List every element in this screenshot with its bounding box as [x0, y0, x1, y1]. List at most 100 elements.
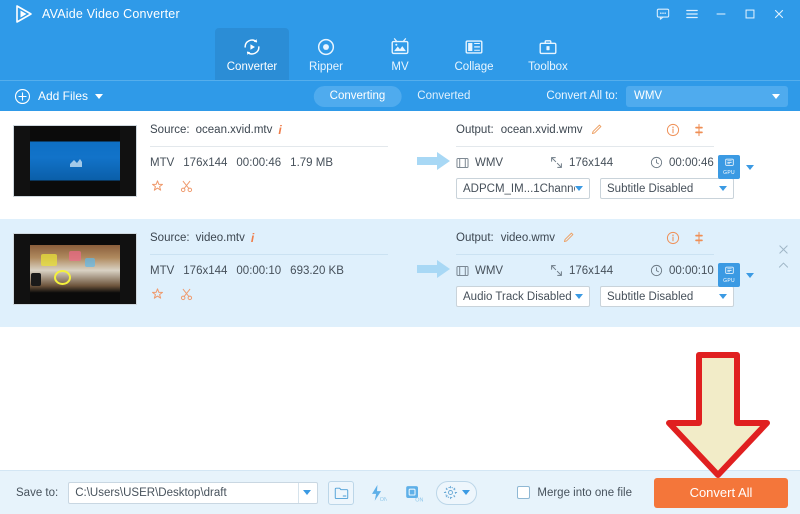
video-thumbnail[interactable] — [13, 125, 137, 197]
output-resolution-group: 176x144 — [550, 264, 644, 277]
app-title: AVAide Video Converter — [42, 7, 180, 21]
audio-track-select[interactable]: ADPCM_IM...1Channel — [456, 178, 590, 199]
ripper-icon — [317, 38, 335, 55]
merge-checkbox[interactable] — [517, 486, 531, 499]
chevron-down-icon[interactable] — [746, 164, 754, 170]
magic-edit-icon — [152, 180, 163, 191]
close-icon[interactable] — [766, 2, 792, 26]
sub-toolbar: Add Files Converting Converted Convert A… — [0, 80, 800, 111]
tab-ripper[interactable]: Ripper — [289, 28, 363, 80]
toolbox-icon — [539, 39, 557, 54]
output-resolution: 176x144 — [569, 156, 614, 169]
source-edit-actions — [150, 179, 402, 194]
tab-converter[interactable]: Converter — [215, 28, 289, 80]
video-thumbnail[interactable] — [13, 233, 137, 305]
thumbnail-cell — [0, 121, 150, 219]
tab-toolbox-label: Toolbox — [528, 60, 568, 73]
magic-edit-icon — [152, 288, 163, 299]
settings-button[interactable] — [436, 480, 478, 505]
plus-circle-icon — [14, 88, 31, 104]
chevron-down-icon[interactable] — [95, 93, 104, 99]
convert-all-to-select[interactable]: WMV — [626, 85, 788, 107]
convert-direction-arrow — [412, 121, 456, 219]
window-controls — [650, 2, 792, 26]
output-title: Output: ocean.xvid.wmv — [456, 121, 792, 138]
rename-pencil-icon[interactable] — [590, 123, 603, 136]
merge-into-one-file[interactable]: Merge into one file — [517, 486, 632, 499]
menu-icon[interactable] — [679, 2, 705, 26]
gpu-accel-toggle[interactable]: ON — [400, 481, 426, 505]
audio-track-select[interactable]: Audio Track Disabled — [456, 286, 590, 307]
main-nav: Converter Ripper MV Collage Toolbox — [0, 28, 800, 80]
hardware-accel-toggle[interactable]: ON — [364, 481, 390, 505]
output-info-icon[interactable] — [666, 123, 680, 137]
tab-mv[interactable]: MV — [363, 28, 437, 80]
collapse-row-icon[interactable] — [777, 260, 790, 271]
output-filename: video.wmv — [500, 231, 556, 244]
output-duration-group: 00:00:46 — [650, 156, 714, 169]
source-prefix: Source: — [150, 123, 190, 136]
chevron-down-icon — [575, 294, 583, 299]
chevron-down-icon[interactable] — [303, 490, 312, 495]
source-duration: 00:00:46 — [236, 157, 282, 169]
output-resolution-group: 176x144 — [550, 156, 644, 169]
source-info-icon[interactable]: i — [251, 232, 254, 244]
convert-all-to-value: WMV — [634, 90, 663, 102]
chevron-down-icon[interactable] — [462, 490, 471, 495]
tab-toolbox[interactable]: Toolbox — [511, 28, 585, 80]
source-format: MTV — [150, 157, 175, 169]
tab-collage[interactable]: Collage — [437, 28, 511, 80]
save-to-label: Save to: — [16, 486, 59, 499]
output-track-selects: ADPCM_IM...1Channel Subtitle Disabled — [456, 178, 792, 199]
gpu-badge[interactable]: GPU — [718, 263, 740, 287]
divider — [150, 146, 388, 147]
lightning-on-icon: ON — [372, 484, 387, 503]
output-cell: Output: ocean.xvid.wmv WMV 176x144 00:00… — [456, 121, 800, 219]
audio-track-value: ADPCM_IM...1Channel — [463, 182, 575, 195]
gpu-badge[interactable]: GPU — [718, 155, 740, 179]
subtitle-select[interactable]: Subtitle Disabled — [600, 286, 734, 307]
divider — [150, 254, 388, 255]
output-cell: Output: video.wmv WMV 176x144 00:00:10 A… — [456, 229, 800, 327]
output-format-group: WMV — [456, 265, 544, 277]
rename-pencil-icon[interactable] — [562, 231, 575, 244]
source-duration: 00:00:10 — [236, 265, 282, 277]
minimize-icon[interactable] — [708, 2, 734, 26]
add-files-button[interactable]: Add Files — [14, 88, 104, 105]
source-edit-actions — [150, 287, 402, 302]
output-settings-icon[interactable] — [692, 123, 706, 137]
source-resolution: 176x144 — [183, 157, 228, 169]
chevron-down-icon[interactable] — [746, 272, 754, 278]
convert-all-to: Convert All to: WMV — [546, 85, 788, 107]
save-to-path-value: C:\Users\USER\Desktop\draft — [75, 486, 227, 499]
output-prefix: Output: — [456, 123, 494, 136]
table-row[interactable]: Source: ocean.xvid.mtv i MTV 176x144 00:… — [0, 111, 800, 219]
output-format: WMV — [475, 156, 504, 169]
bottom-bar: Save to: C:\Users\USER\Desktop\draft ON … — [0, 470, 800, 514]
maximize-icon[interactable] — [737, 2, 763, 26]
feedback-icon[interactable] — [650, 2, 676, 26]
clock-icon — [650, 156, 663, 169]
tab-mv-label: MV — [391, 60, 409, 73]
segment-converting[interactable]: Converting — [313, 85, 402, 107]
subtitle-select[interactable]: Subtitle Disabled — [600, 178, 734, 199]
output-info-icon[interactable] — [666, 231, 680, 245]
output-duration: 00:00:46 — [669, 156, 714, 169]
save-to-path-input[interactable]: C:\Users\USER\Desktop\draft — [68, 481, 319, 504]
segment-converted[interactable]: Converted — [401, 86, 486, 107]
convert-all-to-label: Convert All to: — [546, 90, 618, 102]
tab-ripper-label: Ripper — [309, 60, 343, 73]
chevron-down-icon — [772, 93, 780, 99]
output-settings-icon[interactable] — [692, 231, 706, 245]
gpu-badge-label: GPU — [723, 170, 735, 176]
table-row[interactable]: Source: video.mtv i MTV 176x144 00:00:10… — [0, 219, 800, 327]
output-actions — [666, 123, 792, 137]
open-folder-button[interactable] — [328, 480, 355, 505]
remove-row-icon[interactable] — [777, 243, 790, 256]
resize-icon — [551, 157, 562, 168]
title-bar: AVAide Video Converter — [0, 0, 800, 28]
row-controls — [777, 243, 790, 271]
source-info-icon[interactable]: i — [278, 124, 281, 136]
convert-all-button[interactable]: Convert All — [654, 477, 788, 508]
source-title: Source: video.mtv i — [150, 229, 402, 246]
